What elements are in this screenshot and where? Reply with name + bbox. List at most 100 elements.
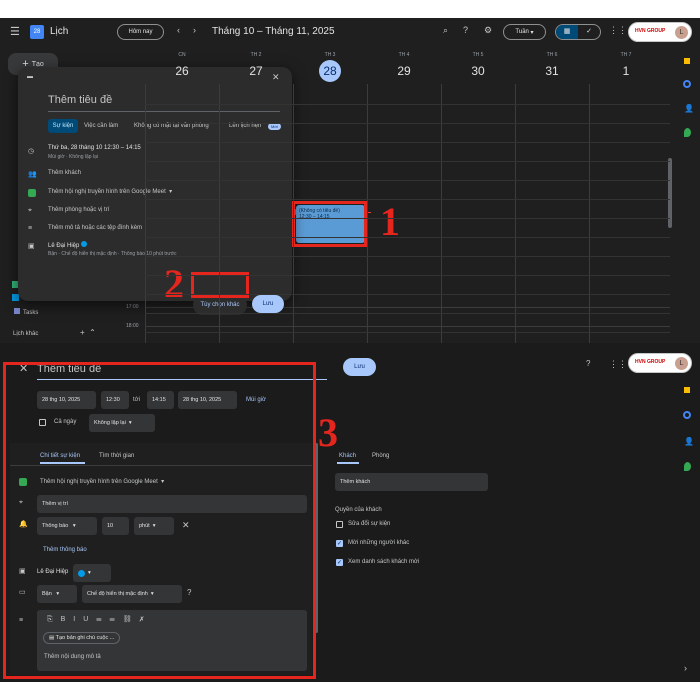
event-datetime[interactable]: Thứ ba, 28 tháng 10 12:30 – 14:15: [48, 145, 141, 151]
day-of-week-label: TH 6: [546, 52, 558, 58]
maps-icon[interactable]: [684, 128, 691, 137]
time-label: 18:00: [126, 323, 139, 329]
avatar[interactable]: L: [675, 26, 688, 39]
apps-grid-icon[interactable]: ⋮⋮: [609, 26, 627, 35]
hour-gridline: [145, 180, 670, 181]
day-number[interactable]: 29: [393, 60, 415, 82]
contacts-icon[interactable]: 👤: [684, 437, 694, 446]
day-number[interactable]: 28: [319, 60, 341, 82]
add-room[interactable]: Thêm phòng hoặc vị trí: [48, 207, 109, 213]
menu-icon[interactable]: ☰: [10, 27, 20, 38]
tasks-icon[interactable]: [683, 80, 691, 88]
permission-label: Sửa đổi sự kiện: [348, 521, 391, 527]
time-label: 17:00: [126, 304, 139, 310]
close-icon[interactable]: ✕: [272, 73, 280, 82]
day-of-week-label: TH 7: [620, 52, 632, 58]
title-input[interactable]: Thêm tiêu đề: [48, 94, 112, 106]
view-select[interactable]: Tuần ▾: [503, 24, 546, 40]
tab-task[interactable]: Việc cần làm: [84, 123, 118, 129]
add-guests[interactable]: Thêm khách: [48, 170, 81, 176]
hour-gridline: [145, 256, 670, 257]
calendar-icon: ▣: [28, 243, 35, 250]
annotation-number-3: 3: [318, 410, 338, 455]
day-of-week-label: CN: [178, 52, 186, 58]
today-button[interactable]: Hôm nay: [117, 24, 164, 40]
permission-label: Mời những người khác: [348, 540, 410, 546]
save-button[interactable]: Lưu: [343, 358, 376, 376]
day-number[interactable]: 1: [615, 60, 637, 82]
calendar-week-view: ☰ 28 Lịch Hôm nay ‹ › Tháng 10 – Tháng 1…: [0, 18, 700, 343]
hour-gridline: [145, 142, 670, 143]
day-of-week-label: TH 5: [472, 52, 484, 58]
tasks-icon[interactable]: [683, 411, 691, 419]
next-week-icon[interactable]: ›: [193, 26, 196, 35]
hour-gridline: [145, 294, 670, 295]
maps-icon[interactable]: [684, 462, 691, 471]
hour-gridline: [145, 218, 670, 219]
add-calendar-icon[interactable]: + ⌃: [80, 329, 96, 337]
tasks-view-icon[interactable]: ✓: [578, 25, 600, 39]
hour-gridline: [145, 123, 670, 124]
settings-icon[interactable]: ⚙: [484, 26, 492, 35]
calendar-logo-icon: 28: [30, 25, 44, 39]
sidebar-tasks[interactable]: Tasks: [14, 308, 38, 316]
drag-handle-icon[interactable]: ▬: [27, 74, 33, 80]
day-number[interactable]: 31: [541, 60, 563, 82]
view-toggle[interactable]: ▦ ✓: [555, 24, 601, 40]
more-options-button[interactable]: Tùy chọn khác: [193, 295, 247, 315]
prev-week-icon[interactable]: ‹: [177, 26, 180, 35]
search-icon[interactable]: ⌕: [443, 26, 448, 35]
meet-icon: [28, 189, 36, 197]
hour-gridline: [145, 275, 670, 276]
account-chip[interactable]: HVN GROUP L: [628, 353, 692, 373]
hour-gridline: [145, 199, 670, 200]
event-timezone[interactable]: Múi giờ · Không lặp lại: [48, 154, 98, 160]
contacts-icon[interactable]: 👤: [684, 104, 694, 113]
day-of-week-label: TH 4: [398, 52, 410, 58]
guest-permissions-title: Quyền của khách: [335, 507, 382, 513]
day-of-week-label: TH 2: [250, 52, 262, 58]
quick-event-dialog: ▬ ✕ Thêm tiêu đề Sự kiện Việc cần làm Kh…: [18, 67, 292, 315]
add-meet[interactable]: Thêm hội nghị truyền hình trên Google Me…: [48, 188, 172, 195]
day-number[interactable]: 30: [467, 60, 489, 82]
annotation-number-1: 1: [380, 199, 400, 244]
tab-guests[interactable]: Khách: [339, 453, 356, 459]
permission-checkbox[interactable]: [336, 521, 343, 528]
calendar-view-icon[interactable]: ▦: [556, 25, 578, 39]
expand-panel-icon[interactable]: ›: [684, 664, 687, 673]
day-number[interactable]: 27: [245, 60, 267, 82]
save-button[interactable]: Lưu: [252, 295, 284, 313]
date-range: Tháng 10 – Tháng 11, 2025: [212, 26, 335, 37]
annotation-number-2: 2: [164, 261, 184, 306]
location-icon: ⌖: [28, 207, 32, 214]
new-badge: Mới: [268, 123, 281, 130]
clock-icon: ◷: [28, 148, 35, 155]
add-guest-input[interactable]: Thêm khách: [335, 473, 488, 491]
apps-grid-icon[interactable]: ⋮⋮: [609, 360, 627, 369]
brand-logo: HVN GROUP: [635, 359, 666, 365]
calendar-owner[interactable]: Lê Đại Hiệp: [48, 241, 88, 249]
help-icon[interactable]: ?: [463, 26, 468, 35]
other-calendars-label: Lịch khác: [13, 331, 39, 337]
day-number[interactable]: 26: [171, 60, 193, 82]
hour-gridline: [145, 104, 670, 105]
permission-checkbox[interactable]: ✓: [336, 540, 343, 547]
tab-event[interactable]: Sự kiện: [48, 119, 78, 133]
keep-icon[interactable]: [684, 58, 690, 64]
hour-gridline: [145, 313, 670, 314]
annotation-box-1: [292, 201, 367, 247]
app-title: Lịch: [50, 26, 69, 37]
hour-gridline: [145, 237, 670, 238]
event-details-page: ✕ Thêm tiêu đề Lưu 28 thg 10, 2025 12:30…: [0, 343, 700, 682]
help-icon[interactable]: ?: [586, 360, 590, 368]
permission-label: Xem danh sách khách mời: [348, 559, 420, 565]
tab-rooms[interactable]: Phòng: [372, 453, 389, 459]
annotation-box-3: [3, 362, 316, 679]
keep-icon[interactable]: [684, 387, 690, 393]
avatar[interactable]: L: [675, 357, 688, 370]
permission-checkbox[interactable]: ✓: [336, 559, 343, 566]
account-chip[interactable]: HVN GROUP L: [628, 22, 692, 42]
add-description[interactable]: Thêm mô tả hoặc các tệp đính kèm: [48, 225, 142, 231]
day-of-week-label: TH 3: [324, 52, 336, 58]
description-icon: ≡: [28, 225, 33, 232]
